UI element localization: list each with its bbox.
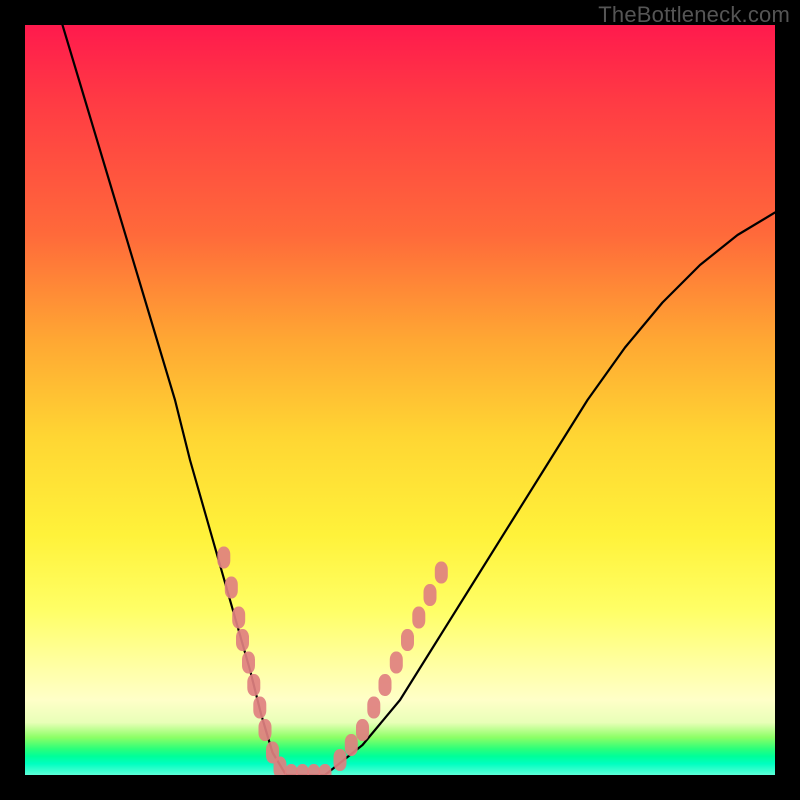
- marker-point: [334, 749, 347, 771]
- marker-point: [390, 652, 403, 674]
- marker-point: [247, 674, 260, 696]
- marker-point: [307, 764, 320, 775]
- marker-point: [424, 584, 437, 606]
- marker-point: [296, 764, 309, 775]
- marker-point: [379, 674, 392, 696]
- marker-point: [285, 764, 298, 775]
- marker-point: [435, 562, 448, 584]
- bottleneck-curve-path: [63, 25, 776, 775]
- marker-point: [236, 629, 249, 651]
- marker-point: [232, 607, 245, 629]
- marker-point: [217, 547, 230, 569]
- marker-point: [225, 577, 238, 599]
- marker-point: [412, 607, 425, 629]
- marker-point: [345, 734, 358, 756]
- marker-point: [401, 629, 414, 651]
- plot-area: [25, 25, 775, 775]
- marker-point: [319, 764, 332, 775]
- marker-point: [242, 652, 255, 674]
- marker-points: [217, 547, 447, 776]
- marker-point: [253, 697, 266, 719]
- chart-svg: [25, 25, 775, 775]
- marker-point: [274, 757, 287, 776]
- marker-point: [367, 697, 380, 719]
- curve-line: [63, 25, 776, 775]
- marker-point: [356, 719, 369, 741]
- marker-point: [259, 719, 272, 741]
- chart-frame: TheBottleneck.com: [0, 0, 800, 800]
